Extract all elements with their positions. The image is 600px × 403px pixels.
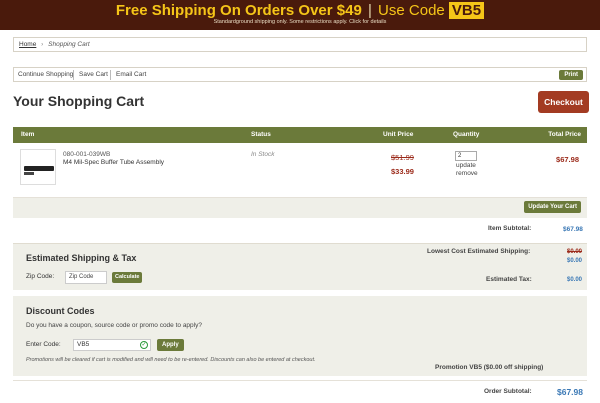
promo-code-input[interactable]: VB5 ✓ — [73, 339, 151, 351]
order-subtotal-row: Order Subtotal: $67.98 — [13, 380, 587, 403]
page-title: Your Shopping Cart — [13, 93, 145, 109]
breadcrumb-chevron-icon: › — [41, 41, 44, 48]
remove-item-link[interactable]: remove — [456, 170, 478, 177]
product-image[interactable] — [20, 149, 56, 185]
header-total-price: Total Price — [548, 131, 581, 138]
lowest-shipping-label: Lowest Cost Estimated Shipping: — [427, 248, 531, 255]
update-quantity-link[interactable]: update — [456, 162, 476, 169]
promo-code-value: VB5 — [77, 341, 90, 348]
estimated-tax-label: Estimated Tax: — [486, 276, 532, 283]
banner-subtext[interactable]: Standardground shipping only. Some restr… — [0, 19, 600, 25]
lowest-shipping-value: $0.00 — [567, 258, 583, 264]
order-subtotal-value: $67.98 — [557, 387, 583, 397]
banner-headline: Free Shipping On Orders Over $49 — [115, 2, 362, 19]
original-price: $51.99 — [391, 153, 414, 162]
cart-actions-bar: Continue Shopping Save Cart Email Cart P… — [13, 67, 587, 82]
checkout-button[interactable]: Checkout — [538, 91, 589, 113]
cart-table-header: Item Status Unit Price Quantity Total Pr… — [13, 127, 587, 143]
update-cart-button[interactable]: Update Your Cart — [524, 201, 581, 213]
discount-question: Do you have a coupon, source code or pro… — [26, 322, 202, 329]
zip-code-input[interactable]: Zip Code — [65, 271, 107, 284]
banner-code: VB5 — [448, 2, 485, 19]
order-subtotal-label: Order Subtotal: — [484, 388, 532, 395]
promo-banner[interactable]: Free Shipping On Orders Over $49 | Use C… — [0, 0, 600, 30]
update-cart-bar: Update Your Cart — [13, 198, 587, 218]
applied-promotion: Promotion VB5 ($0.00 off shipping) — [435, 364, 544, 371]
banner-headline-row: Free Shipping On Orders Over $49 | Use C… — [0, 2, 600, 19]
quantity-input[interactable]: 2 — [455, 151, 477, 161]
line-total: $67.98 — [556, 155, 579, 164]
apply-button[interactable]: Apply — [157, 339, 184, 351]
save-cart-link[interactable]: Save Cart — [79, 71, 108, 78]
breadcrumb: Home › Shopping Cart — [13, 37, 587, 52]
item-subtotal-label: Item Subtotal: — [488, 225, 532, 232]
estimated-tax-value: $0.00 — [567, 277, 583, 283]
calculate-button[interactable]: Calculate — [112, 272, 143, 283]
header-status: Status — [251, 131, 271, 138]
breadcrumb-current: Shopping Cart — [48, 41, 90, 48]
sale-price: $33.99 — [391, 167, 414, 176]
check-icon: ✓ — [140, 341, 148, 349]
divider — [73, 70, 74, 80]
email-cart-link[interactable]: Email Cart — [116, 71, 146, 78]
continue-shopping-link[interactable]: Continue Shopping — [18, 71, 73, 78]
print-button[interactable]: Print — [559, 70, 583, 80]
zip-code-label: Zip Code: — [26, 273, 55, 280]
lowest-shipping-old-value: $0.00 — [567, 249, 583, 255]
enter-code-label: Enter Code: — [26, 341, 61, 348]
discount-note: Promotions will be cleared if cart is mo… — [26, 357, 316, 363]
breadcrumb-home-link[interactable]: Home — [19, 41, 36, 48]
shipping-title: Estimated Shipping & Tax — [26, 253, 137, 263]
product-sku: 080-001-039WB — [63, 151, 111, 158]
discount-title: Discount Codes — [26, 306, 95, 316]
product-name-link[interactable]: M4 Mil-Spec Buffer Tube Assembly — [63, 159, 164, 166]
header-item: Item — [21, 131, 35, 138]
header-unit-price: Unit Price — [383, 131, 414, 138]
header-quantity: Quantity — [453, 131, 480, 138]
item-subtotal-value: $67.98 — [563, 226, 583, 233]
banner-separator: | — [367, 2, 372, 19]
banner-use-code: Use Code — [378, 2, 445, 19]
table-row: 080-001-039WB M4 Mil-Spec Buffer Tube As… — [13, 143, 587, 198]
divider — [110, 70, 111, 80]
discount-codes-section: Discount Codes Do you have a coupon, sou… — [13, 296, 587, 376]
stock-status: In Stock — [251, 151, 275, 158]
